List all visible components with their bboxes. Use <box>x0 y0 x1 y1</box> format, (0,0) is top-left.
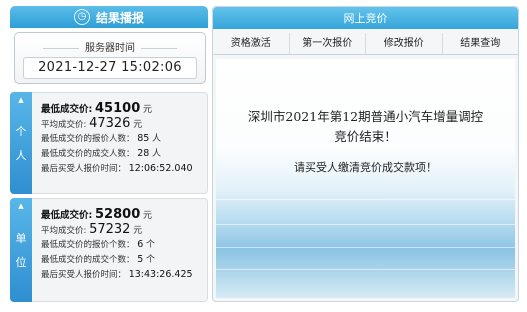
sea-wave <box>216 269 515 270</box>
min-deals-label: 最低成交价的成交人数： <box>41 149 135 159</box>
tab-first-bid[interactable]: 第一次报价 <box>290 33 366 54</box>
bidding-tabs: 资格激活 第一次报价 修改报价 结果查询 <box>213 33 518 55</box>
min-price-value: 45100 <box>95 101 141 116</box>
avg-price-label: 平均成交价: <box>41 226 87 236</box>
personal-tab-char-2: 人 <box>15 149 27 162</box>
result-broadcast-title: 结果播报 <box>95 10 144 25</box>
avg-price-value: 47326 <box>89 116 131 131</box>
personal-min-price-row: 最低成交价: 45100 元 <box>41 101 203 116</box>
min-price-unit: 元 <box>142 105 152 115</box>
personal-min-bidders-row: 最低成交价的报价人数： 85 人 <box>41 131 203 146</box>
min-price-unit: 元 <box>142 211 152 221</box>
unit-tab-char-2: 位 <box>15 256 27 269</box>
payment-notice: 请买受人缴清竞价成交款项！ <box>294 161 437 174</box>
unit-min-price-row: 最低成交价: 52800 元 <box>41 207 203 222</box>
personal-tab[interactable]: ▲ 个 人 <box>10 92 32 194</box>
bidding-end-line-1: 深圳市2021年第12期普通小汽车增量调控 <box>247 109 484 124</box>
min-bidders-unit: 人 <box>152 134 162 144</box>
sea-wave <box>216 247 515 248</box>
sea-wave <box>216 224 515 225</box>
min-deals-value: 5 <box>137 254 144 265</box>
min-deals-unit: 个 <box>145 255 155 265</box>
online-bidding-panel: 网上竞价 资格激活 第一次报价 修改报价 结果查询 深圳市2021年第12期普通… <box>212 6 519 302</box>
personal-avg-price-row: 平均成交价: 47326 元 <box>41 116 203 131</box>
clock-icon: ◷ <box>73 9 90 25</box>
min-bidders-value: 6 <box>137 239 144 250</box>
sea-wave <box>216 199 515 200</box>
unit-tab-char-1: 单 <box>15 232 27 245</box>
last-time-label: 最后买受人报价时间： <box>41 164 127 174</box>
min-price-value: 52800 <box>95 207 141 222</box>
online-bidding-header: 网上竞价 <box>213 7 518 29</box>
server-time-box: 服务器时间 2021-12-27 15:02:06 <box>14 32 206 84</box>
avg-price-label: 平均成交价: <box>41 120 87 130</box>
last-time-label: 最后买受人报价时间： <box>41 270 127 280</box>
personal-last-time-row: 最后买受人报价时间： 12:06:52.040 <box>41 161 203 176</box>
min-deals-label: 最低成交价的成交个数： <box>41 255 135 265</box>
bidding-message-area: 深圳市2021年第12期普通小汽车增量调控 竞价结束！ 请买受人缴清竞价成交款项… <box>216 59 515 298</box>
chevron-up-icon: ▲ <box>18 96 24 104</box>
min-deals-unit: 人 <box>152 149 162 159</box>
unit-tab[interactable]: ▲ 单 位 <box>10 198 32 302</box>
min-price-label: 最低成交价: <box>41 210 93 221</box>
min-deals-value: 28 <box>137 148 150 159</box>
unit-avg-price-row: 平均成交价: 57232 元 <box>41 222 203 237</box>
unit-results: ▲ 单 位 最低成交价: 52800 元 平均成交价: 57232 元 最低成交… <box>10 198 208 302</box>
personal-results: ▲ 个 人 最低成交价: 45100 元 平均成交价: 47326 元 最低成交… <box>10 92 208 194</box>
avg-price-value: 57232 <box>89 222 131 237</box>
min-bidders-label: 最低成交价的报价人数： <box>41 134 135 144</box>
personal-tab-char-1: 个 <box>15 125 27 138</box>
bidding-end-message: 深圳市2021年第12期普通小汽车增量调控 竞价结束！ <box>216 107 515 147</box>
server-time-label: 服务器时间 <box>15 39 205 54</box>
bidding-end-line-2: 竞价结束！ <box>334 129 397 144</box>
result-broadcast-header: ◷ 结果播报 <box>10 6 208 28</box>
tab-result-query[interactable]: 结果查询 <box>443 33 519 54</box>
result-broadcast-panel: ◷ 结果播报 服务器时间 2021-12-27 15:02:06 ▲ 个 人 最… <box>10 6 208 302</box>
min-bidders-value: 85 <box>137 133 150 144</box>
last-time-value: 12:06:52.040 <box>128 163 193 174</box>
unit-min-deals-row: 最低成交价的成交个数： 5 个 <box>41 252 203 267</box>
unit-last-time-row: 最后买受人报价时间： 13:43:26.425 <box>41 267 203 282</box>
min-price-label: 最低成交价: <box>41 104 93 115</box>
chevron-up-icon: ▲ <box>18 202 24 210</box>
unit-min-bidders-row: 最低成交价的报价个数： 6 个 <box>41 237 203 252</box>
tab-modify-bid[interactable]: 修改报价 <box>366 33 443 54</box>
tab-qualification-activation[interactable]: 资格激活 <box>213 33 290 54</box>
avg-price-unit: 元 <box>133 226 143 236</box>
personal-min-deals-row: 最低成交价的成交人数： 28 人 <box>41 146 203 161</box>
last-time-value: 13:43:26.425 <box>128 269 193 280</box>
auction-screen: ◷ 结果播报 服务器时间 2021-12-27 15:02:06 ▲ 个 人 最… <box>0 0 527 312</box>
min-bidders-unit: 个 <box>145 240 155 250</box>
server-time-value: 2021-12-27 15:02:06 <box>23 57 197 79</box>
min-bidders-label: 最低成交价的报价个数： <box>41 240 135 250</box>
avg-price-unit: 元 <box>133 120 143 130</box>
